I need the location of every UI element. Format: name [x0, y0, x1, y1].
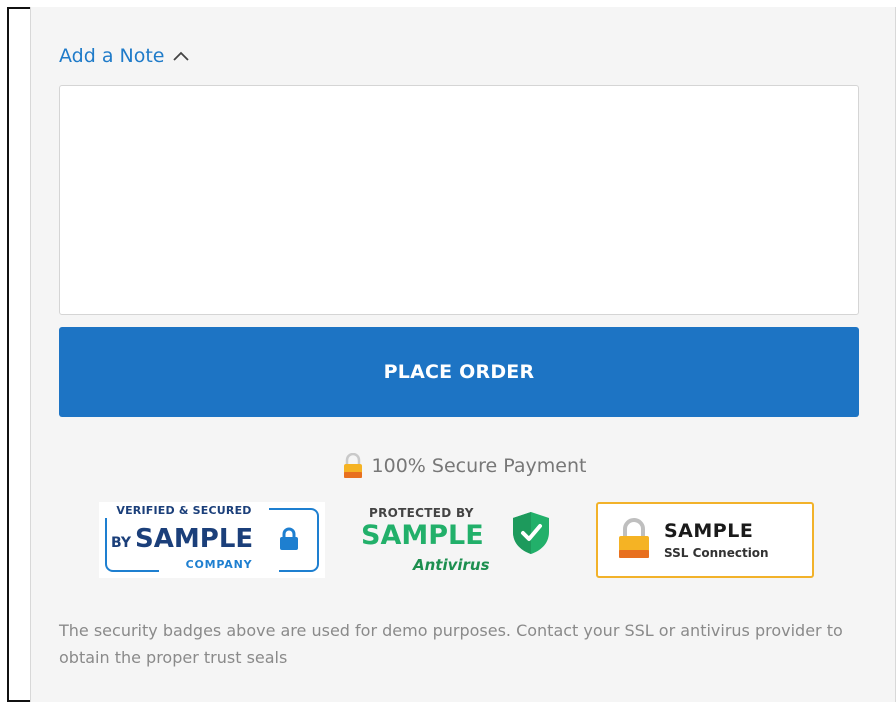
place-order-button[interactable]: PLACE ORDER: [59, 327, 859, 417]
ssl-connection-badge: SAMPLE SSL Connection: [596, 502, 814, 578]
antivirus-sub-text: Antivirus: [413, 556, 490, 574]
badge-by-text: BY: [111, 535, 132, 551]
checkout-panel: Add a Note PLACE ORDER 100% Secure Payme…: [30, 7, 896, 702]
secure-payment-label: 100% Secure Payment: [371, 455, 587, 477]
add-note-toggle[interactable]: Add a Note: [59, 45, 190, 67]
trust-badges: VERIFIED & SECURED BY SAMPLE COMPANY PRO…: [99, 502, 829, 582]
chevron-up-icon: [173, 51, 190, 61]
badge-top-text: VERIFIED & SECURED: [99, 504, 269, 518]
padlock-icon: [619, 518, 649, 558]
secure-payment: 100% Secure Payment: [31, 453, 896, 479]
security-disclaimer: The security badges above are used for d…: [59, 621, 843, 667]
badge-main-text: BY SAMPLE: [111, 524, 253, 554]
shield-check-icon: [513, 512, 549, 554]
antivirus-top-text: PROTECTED BY: [369, 506, 474, 520]
note-textarea[interactable]: [59, 85, 859, 315]
badge-brand-text: SAMPLE: [135, 524, 254, 554]
badge-bottom-text: COMPANY: [159, 558, 279, 574]
antivirus-brand-text: SAMPLE: [361, 520, 484, 551]
verified-secured-badge: VERIFIED & SECURED BY SAMPLE COMPANY: [99, 502, 325, 578]
lock-icon: [343, 453, 362, 478]
antivirus-badge: PROTECTED BY SAMPLE Antivirus: [361, 504, 561, 580]
padlock-icon: [280, 527, 298, 550]
ssl-brand-text: SAMPLE: [664, 520, 754, 542]
ssl-sub-text: SSL Connection: [664, 546, 769, 560]
add-note-label: Add a Note: [59, 45, 165, 67]
